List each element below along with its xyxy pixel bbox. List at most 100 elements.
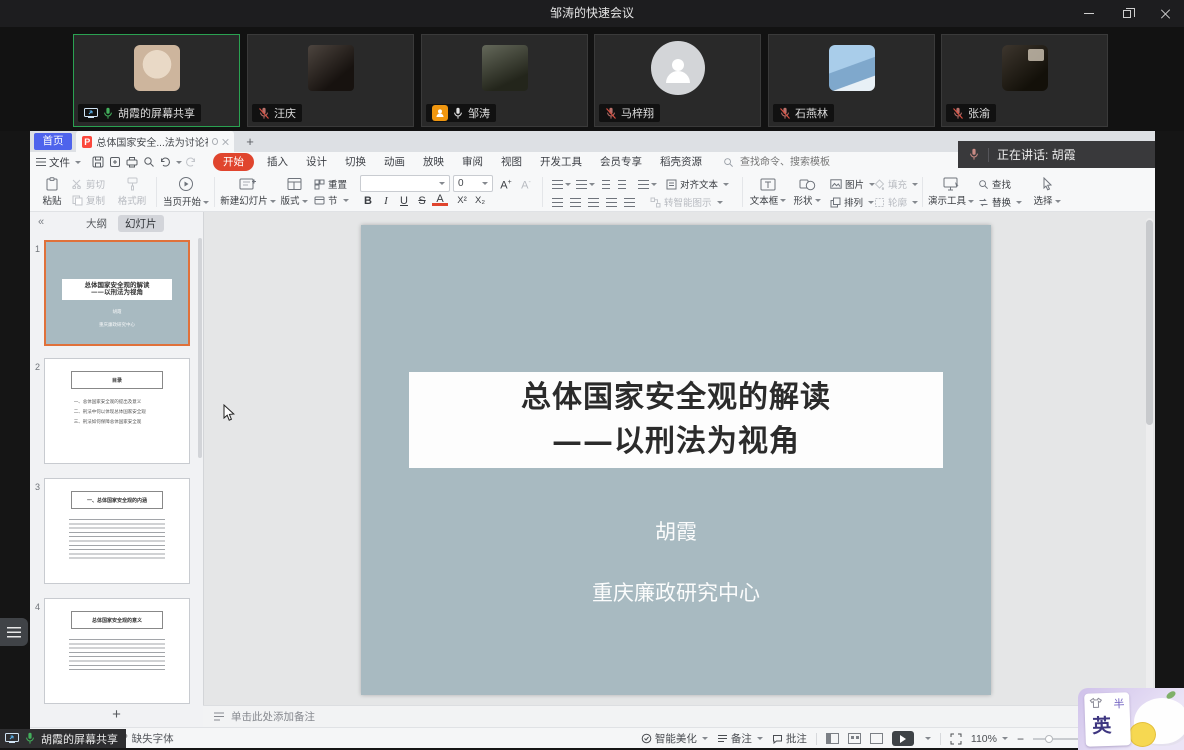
- menu-tab-member[interactable]: 会员专享: [591, 154, 651, 170]
- participant-tile-host[interactable]: 邹涛: [421, 34, 588, 127]
- slides-tab[interactable]: 幻灯片: [118, 215, 164, 232]
- italic-button[interactable]: I: [378, 193, 394, 209]
- ime-mascot-widget[interactable]: 半 英: [1078, 688, 1184, 750]
- fill-button[interactable]: 填充: [874, 176, 918, 192]
- picture-button[interactable]: 图片: [830, 176, 875, 192]
- align-center-icon[interactable]: [570, 194, 581, 212]
- font-color-button[interactable]: A: [432, 193, 448, 206]
- outline-tab[interactable]: 大纲: [86, 216, 107, 231]
- format-painter-button[interactable]: 格式刷: [114, 174, 150, 210]
- line-spacing-icon[interactable]: [638, 176, 657, 194]
- replace-button[interactable]: 替换: [978, 194, 1022, 210]
- align-right-icon[interactable]: [588, 194, 599, 212]
- document-tab[interactable]: P 总体国家安全...法为讨论视角: [76, 131, 234, 152]
- menu-tab-view[interactable]: 视图: [492, 154, 531, 170]
- slide-thumbnail-3[interactable]: 一、总体国家安全观的内涵: [44, 478, 190, 584]
- find-button[interactable]: 查找: [978, 176, 1011, 192]
- font-size-combo[interactable]: 0: [453, 175, 493, 192]
- slide-sorter-view-icon[interactable]: [848, 733, 861, 744]
- notes-bar[interactable]: 单击此处添加备注: [203, 705, 1155, 727]
- strikethrough-button[interactable]: S: [414, 193, 430, 209]
- font-name-combo[interactable]: [360, 175, 450, 192]
- superscript-button[interactable]: X²: [454, 193, 470, 209]
- close-tab-icon[interactable]: [222, 138, 228, 145]
- minimize-button[interactable]: [1070, 0, 1108, 27]
- presentation-tools-button[interactable]: 演示工具: [928, 174, 974, 210]
- file-menu[interactable]: 文件: [36, 155, 81, 170]
- notes-toggle-button[interactable]: 备注: [717, 731, 763, 746]
- participant-tile-sharing[interactable]: 胡霞的屏幕共享: [73, 34, 240, 127]
- fit-slide-icon[interactable]: [950, 733, 962, 745]
- paste-button[interactable]: 粘贴: [36, 174, 68, 210]
- slide-title-box[interactable]: 总体国家安全观的解读 ——以刑法为视角: [409, 372, 943, 468]
- slide-author[interactable]: 胡霞: [361, 516, 991, 546]
- redo-button[interactable]: [182, 154, 199, 170]
- increase-font-icon[interactable]: A+: [498, 175, 514, 191]
- menu-tab-review[interactable]: 审阅: [453, 154, 492, 170]
- wps-home-button[interactable]: 首页: [34, 133, 72, 150]
- menu-tab-animation[interactable]: 动画: [375, 154, 414, 170]
- increase-indent-icon[interactable]: [618, 176, 626, 194]
- section-button[interactable]: 节: [314, 192, 349, 208]
- normal-view-icon[interactable]: [826, 733, 839, 744]
- numbered-list-icon[interactable]: [576, 176, 595, 194]
- cut-button[interactable]: 剪切: [72, 176, 105, 192]
- reading-view-icon[interactable]: [870, 733, 883, 744]
- comments-button[interactable]: 批注: [772, 731, 807, 746]
- collapse-panel-button[interactable]: «: [38, 216, 44, 228]
- textbox-button[interactable]: 文本框: [748, 174, 788, 210]
- editing-canvas[interactable]: 总体国家安全观的解读 ——以刑法为视角 胡霞 重庆廉政研究中心: [203, 212, 1155, 705]
- search-input[interactable]: [738, 156, 848, 169]
- slideshow-play-button[interactable]: [892, 731, 914, 746]
- menu-tab-home[interactable]: 开始: [213, 153, 254, 171]
- save-button[interactable]: [89, 154, 106, 170]
- play-from-current-button[interactable]: 当页开始: [162, 174, 210, 210]
- restore-button[interactable]: [1108, 0, 1146, 27]
- smart-beautify-button[interactable]: 智能美化: [641, 731, 708, 746]
- ime-status-card[interactable]: 半 英: [1084, 692, 1131, 747]
- arrange-button[interactable]: 排列: [830, 194, 874, 210]
- pin-tab-icon[interactable]: [212, 138, 218, 145]
- slide-thumbnail-1[interactable]: 总体国家安全观的解读 ——以刑法为视角 胡霞 重庆廉政研究中心: [44, 240, 190, 346]
- align-text-button[interactable]: 对齐文本: [666, 176, 729, 192]
- zoom-out-icon[interactable]: −: [1017, 732, 1024, 746]
- shape-button[interactable]: 形状: [790, 174, 824, 210]
- participant-tile[interactable]: 张渝: [941, 34, 1108, 127]
- new-slide-button[interactable]: 新建幻灯片: [220, 174, 276, 210]
- layout-button[interactable]: 版式: [278, 174, 310, 210]
- command-search[interactable]: [723, 156, 848, 169]
- bullet-list-icon[interactable]: [552, 176, 571, 194]
- menu-tab-slideshow[interactable]: 放映: [414, 154, 453, 170]
- close-button[interactable]: [1146, 0, 1184, 27]
- print-button[interactable]: [123, 154, 140, 170]
- decrease-indent-icon[interactable]: [602, 176, 610, 194]
- menu-tab-devtools[interactable]: 开发工具: [531, 154, 591, 170]
- decrease-font-icon[interactable]: A-: [518, 175, 534, 191]
- canvas-scrollbar[interactable]: [1146, 218, 1153, 698]
- panel-scrollbar[interactable]: [198, 238, 202, 458]
- select-button[interactable]: 选择: [1030, 174, 1064, 210]
- justify-icon[interactable]: [606, 194, 617, 212]
- underline-button[interactable]: U: [396, 193, 412, 209]
- participant-tile[interactable]: 汪庆: [247, 34, 414, 127]
- menu-tab-docer[interactable]: 稻壳资源: [651, 154, 711, 170]
- preview-button[interactable]: [140, 154, 157, 170]
- reset-button[interactable]: 重置: [314, 176, 347, 192]
- subscript-button[interactable]: X₂: [472, 193, 488, 209]
- outline-button[interactable]: 轮廓: [874, 194, 918, 210]
- align-left-icon[interactable]: [552, 194, 563, 212]
- zoom-level[interactable]: 110%: [971, 733, 1008, 745]
- new-tab-button[interactable]: +: [242, 134, 258, 150]
- smart-diagram-button[interactable]: 转智能图示: [650, 194, 723, 210]
- slide-organization[interactable]: 重庆廉政研究中心: [361, 577, 991, 607]
- menu-tab-design[interactable]: 设计: [297, 154, 336, 170]
- undo-button[interactable]: [157, 154, 174, 170]
- slide-thumbnail-2[interactable]: 目录 一、总体国家安全观的提出及意义 二、刑法中何以体现总体国家安全观 三、刑法…: [44, 358, 190, 464]
- menu-tab-insert[interactable]: 插入: [258, 154, 297, 170]
- output-button[interactable]: [106, 154, 123, 170]
- meeting-sidebar-toggle[interactable]: [0, 618, 28, 646]
- menu-tab-transition[interactable]: 切换: [336, 154, 375, 170]
- screen-share-badge[interactable]: 胡霞的屏幕共享: [0, 729, 126, 748]
- add-slide-button[interactable]: +: [30, 706, 203, 723]
- distribute-icon[interactable]: [624, 194, 635, 212]
